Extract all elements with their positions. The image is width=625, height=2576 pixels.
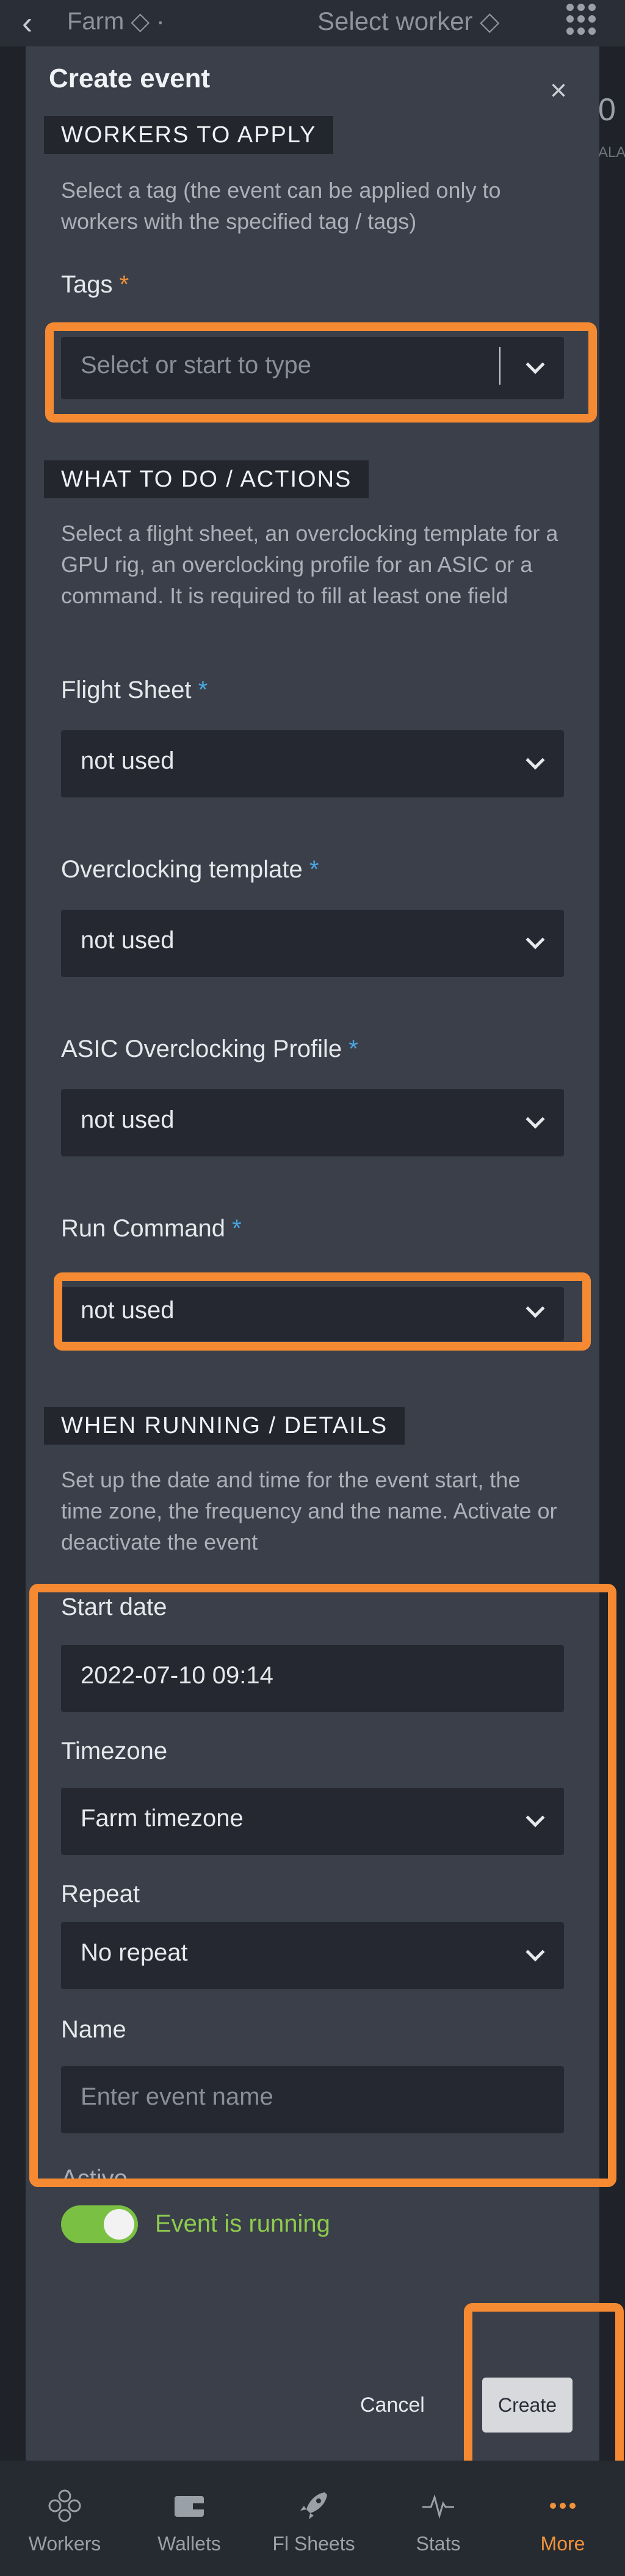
more-icon — [550, 2503, 576, 2509]
asic-profile-label-text: ASIC Overclocking Profile — [61, 1036, 342, 1062]
select-divider — [499, 347, 500, 385]
oc-template-label: Overclocking template * — [61, 856, 319, 883]
timezone-value: Farm timezone — [81, 1805, 244, 1832]
repeat-value: No repeat — [81, 1939, 188, 1966]
asic-profile-label: ASIC Overclocking Profile * — [61, 1036, 358, 1063]
chevron-down-icon[interactable] — [526, 1109, 545, 1129]
event-name-input[interactable]: Enter event name — [61, 2066, 564, 2133]
tags-label-text: Tags — [61, 271, 113, 298]
bottom-tab-bar: Workers Wallets Fl Sheets Stats More — [0, 2461, 625, 2576]
required-mark: * — [232, 1215, 242, 1242]
tags-label: Tags * — [61, 271, 129, 299]
tab-more[interactable]: More — [500, 2461, 625, 2576]
required-mark: * — [349, 1036, 358, 1062]
tab-stats[interactable]: Stats — [376, 2461, 500, 2576]
chevron-down-icon[interactable] — [526, 1299, 545, 1318]
cancel-button[interactable]: Cancel — [360, 2393, 425, 2417]
back-icon[interactable]: ‹ — [22, 6, 32, 40]
asic-profile-value: not used — [81, 1106, 175, 1133]
chevron-down-icon[interactable] — [526, 1942, 545, 1962]
active-toggle[interactable] — [61, 2205, 138, 2243]
tab-label: More — [540, 2533, 585, 2555]
repeat-label: Repeat — [61, 1881, 140, 1907]
close-icon[interactable]: × — [546, 76, 571, 106]
required-mark: * — [119, 271, 129, 298]
tab-label: Wallets — [157, 2533, 221, 2555]
flight-sheet-label-text: Flight Sheet — [61, 677, 192, 703]
active-status: Event is running — [155, 2210, 330, 2237]
farm-selector[interactable]: Farm ◇ · — [67, 7, 165, 35]
toggle-knob — [104, 2209, 134, 2240]
start-date-label: Start date — [61, 1594, 167, 1620]
tab-wallets[interactable]: Wallets — [127, 2461, 251, 2576]
oc-template-select[interactable]: not used — [61, 910, 564, 977]
repeat-select[interactable]: No repeat — [61, 1922, 564, 1989]
section-details-heading: WHEN RUNNING / DETAILS — [44, 1407, 405, 1445]
tab-flight-sheets[interactable]: Fl Sheets — [251, 2461, 376, 2576]
run-command-value: not used — [81, 1297, 175, 1324]
oc-template-value: not used — [81, 927, 175, 954]
event-name-placeholder: Enter event name — [81, 2083, 273, 2110]
workers-icon — [48, 2489, 81, 2522]
start-date-input[interactable]: 2022-07-10 09:14 — [61, 1645, 564, 1712]
section-actions-heading: WHAT TO DO / ACTIONS — [44, 460, 369, 498]
run-command-label: Run Command * — [61, 1215, 242, 1243]
flight-sheet-label: Flight Sheet * — [61, 677, 208, 704]
flight-sheet-select[interactable]: not used — [61, 730, 564, 797]
chevron-down-icon[interactable] — [526, 1808, 545, 1827]
create-event-modal: Create event × WORKERS TO APPLY Select a… — [26, 46, 599, 2461]
tags-placeholder: Select or start to type — [81, 352, 311, 379]
run-command-label-text: Run Command — [61, 1215, 226, 1242]
tags-select[interactable]: Select or start to type — [61, 337, 564, 399]
modal-title: Create event — [49, 63, 211, 93]
oc-template-label-text: Overclocking template — [61, 856, 303, 883]
timezone-label: Timezone — [61, 1738, 168, 1765]
asic-profile-select[interactable]: not used — [61, 1089, 564, 1156]
rocket-icon — [300, 2492, 327, 2519]
section-workers-heading: WORKERS TO APPLY — [44, 116, 334, 154]
background-label: ALA — [598, 144, 625, 161]
required-mark: * — [309, 856, 319, 883]
tab-label: Fl Sheets — [272, 2533, 355, 2555]
timezone-select[interactable]: Farm timezone — [61, 1788, 564, 1855]
start-date-value: 2022-07-10 09:14 — [81, 1662, 273, 1689]
create-button[interactable]: Create — [482, 2378, 573, 2433]
run-command-select[interactable]: not used — [61, 1287, 564, 1341]
actions-description: Select a flight sheet, an overclocking t… — [61, 521, 558, 608]
top-bar: ‹ Farm ◇ · Select worker ◇ — [0, 0, 625, 46]
wallet-icon — [175, 2496, 204, 2517]
chevron-down-icon[interactable] — [526, 750, 545, 770]
pulse-icon — [422, 2494, 454, 2519]
worker-selector[interactable]: Select worker ◇ — [317, 6, 499, 36]
apps-grid-icon[interactable] — [566, 4, 598, 35]
chevron-down-icon[interactable] — [526, 930, 545, 949]
chevron-down-icon[interactable] — [526, 355, 545, 374]
workers-description: Select a tag (the event can be applied o… — [61, 178, 501, 234]
active-label: Active — [61, 2165, 128, 2192]
tab-workers[interactable]: Workers — [2, 2461, 127, 2576]
tab-label: Stats — [416, 2533, 461, 2555]
name-label: Name — [61, 2016, 126, 2043]
flight-sheet-value: not used — [81, 747, 175, 774]
details-description: Set up the date and time for the event s… — [61, 1467, 557, 1555]
tab-label: Workers — [28, 2533, 101, 2555]
required-mark: * — [198, 677, 208, 703]
background-value: 0 — [598, 92, 616, 128]
